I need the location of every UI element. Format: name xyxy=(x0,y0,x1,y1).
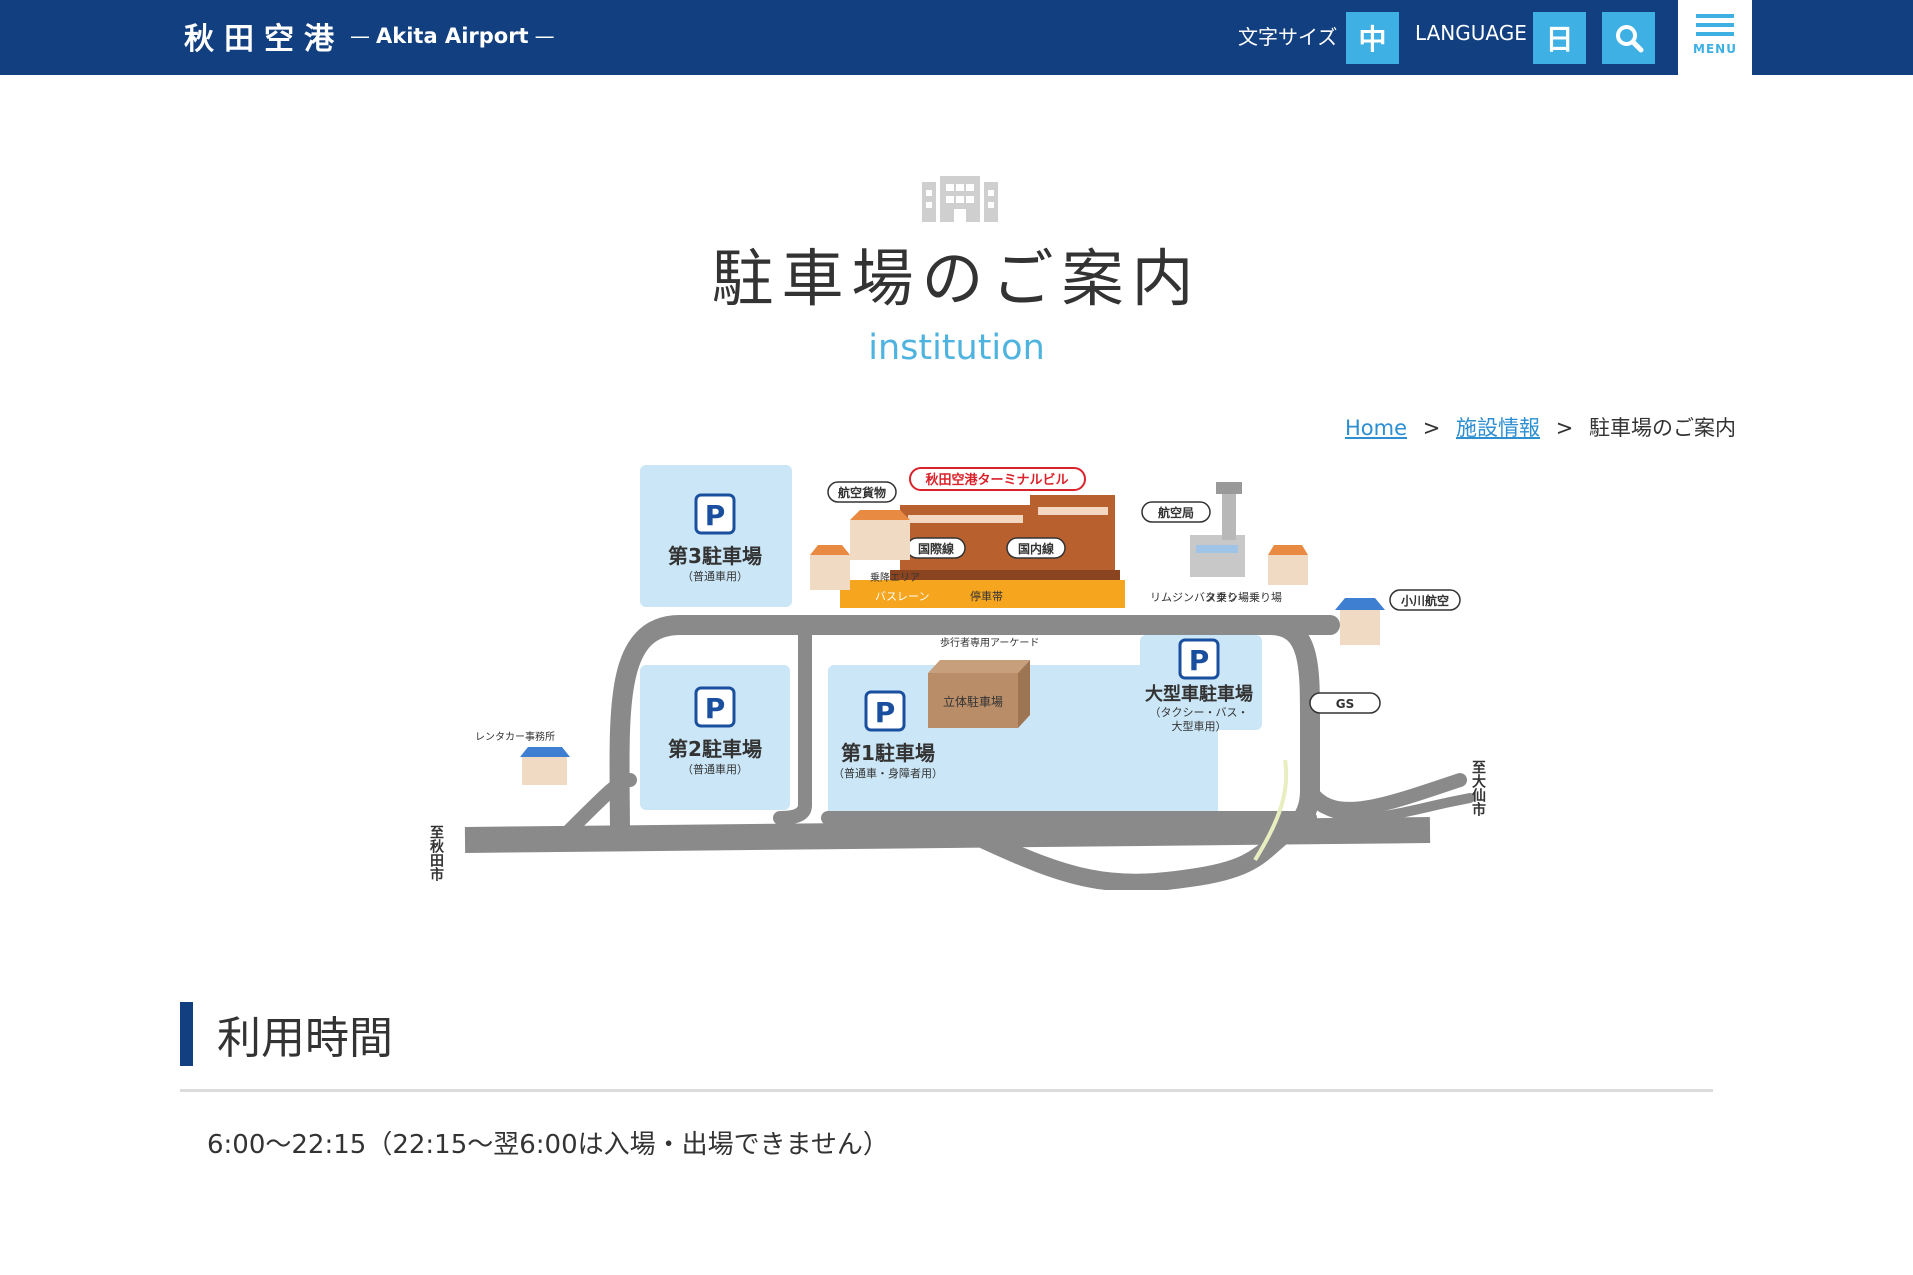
building-icon xyxy=(922,176,998,222)
gs-label: GS xyxy=(1336,697,1355,711)
lot1-note: （普通車・身障者用） xyxy=(833,766,943,780)
multi-storey-label: 立体駐車場 xyxy=(943,694,1003,709)
large-note-1: （タクシー・バス・ xyxy=(1150,706,1249,719)
taxi-label: タクシー乗り場 xyxy=(1205,591,1282,604)
breadcrumb-separator: > xyxy=(1422,416,1441,440)
logo-dash: — xyxy=(534,24,555,48)
ogawa-label: 小川航空 xyxy=(1401,593,1449,608)
search-icon xyxy=(1615,25,1643,53)
lot1-label: 第1駐車場 xyxy=(841,741,935,765)
opening-hours: 6:00〜22:15（22:15〜翌6:00は入場・出場できません） xyxy=(207,1130,889,1160)
site-logo[interactable]: 秋田空港 — Akita Airport — xyxy=(184,14,561,58)
intl-label: 国際線 xyxy=(918,541,954,556)
lot3-note: （普通車用） xyxy=(682,569,748,583)
hours-section-heading: 利用時間 xyxy=(180,1002,393,1066)
svg-text:P: P xyxy=(1189,644,1210,677)
walkway-label: 歩行者専用アーケード xyxy=(940,636,1039,649)
to-daisen-city-label: 至大仙市 xyxy=(1470,760,1486,817)
logo-japanese: 秋田空港 xyxy=(184,22,344,57)
lot3-label: 第3駐車場 xyxy=(668,544,762,568)
ogawa-building xyxy=(1335,598,1385,645)
rental-car-building xyxy=(520,747,570,785)
bus-lane-label: バスレーン xyxy=(875,590,929,603)
site-header: 秋田空港 — Akita Airport — 文字サイズ 中 LANGUAGE … xyxy=(0,0,1913,75)
parking-symbol-lot1: P xyxy=(864,690,906,732)
breadcrumb-separator: > xyxy=(1555,416,1574,440)
search-button[interactable] xyxy=(1602,12,1655,64)
logo-dash: — xyxy=(350,24,370,48)
multi-storey-building xyxy=(928,660,1030,728)
rental-car-label: レンタカー事務所 xyxy=(475,730,555,743)
air-cargo-label: 航空貨物 xyxy=(838,485,886,500)
large-note-2: 大型車用） xyxy=(1172,719,1227,733)
svg-text:P: P xyxy=(705,692,726,725)
stop-label: 停車帯 xyxy=(970,589,1003,603)
svg-text:P: P xyxy=(705,499,726,532)
domestic-label: 国内線 xyxy=(1018,541,1054,556)
font-size-button[interactable]: 中 xyxy=(1346,12,1399,64)
lot2-note: （普通車用） xyxy=(682,762,748,776)
svg-text:P: P xyxy=(875,696,896,729)
lot3-area xyxy=(640,465,792,607)
breadcrumb-current: 駐車場のご案内 xyxy=(1589,416,1736,440)
breadcrumb-facilities-link[interactable]: 施設情報 xyxy=(1456,416,1540,440)
language-label: LANGUAGE xyxy=(1415,21,1527,45)
terminal-label: 秋田空港ターミナルビル xyxy=(925,472,1068,488)
section-divider xyxy=(180,1089,1713,1092)
heading-accent-bar xyxy=(180,1002,193,1066)
font-size-label: 文字サイズ xyxy=(1238,25,1338,49)
parking-symbol-lot3: P xyxy=(694,493,736,535)
parking-symbol-lot2: P xyxy=(694,686,736,728)
breadcrumb: Home > 施設情報 > 駐車場のご案内 xyxy=(1345,412,1736,442)
menu-label: MENU xyxy=(1693,42,1737,56)
parking-symbol-large: P xyxy=(1178,638,1220,680)
menu-button[interactable]: MENU xyxy=(1678,0,1752,75)
language-button[interactable]: 日 xyxy=(1533,12,1586,64)
large-label: 大型車駐車場 xyxy=(1145,683,1253,705)
aviation-bureau-label: 航空局 xyxy=(1158,505,1194,520)
parking-map: 秋田空港ターミナルビル 国際線 国内線 乗降エリア バスレーン 停車帯 歩行者専… xyxy=(430,465,1486,890)
hamburger-icon-bar xyxy=(1696,23,1734,27)
page-title: 駐車場のご案内 xyxy=(711,242,1202,315)
to-akita-city-label: 至秋田市 xyxy=(430,825,444,882)
page-subtitle: institution xyxy=(868,328,1045,368)
drop-off-label: 乗降エリア xyxy=(870,571,920,584)
control-tower xyxy=(1190,482,1308,585)
hamburger-icon xyxy=(1696,14,1734,18)
logo-english: Akita Airport xyxy=(376,24,529,48)
hamburger-icon-bar xyxy=(1696,32,1734,36)
lot2-label: 第2駐車場 xyxy=(668,737,762,761)
section-title: 利用時間 xyxy=(217,1013,393,1064)
breadcrumb-home-link[interactable]: Home xyxy=(1345,416,1407,440)
